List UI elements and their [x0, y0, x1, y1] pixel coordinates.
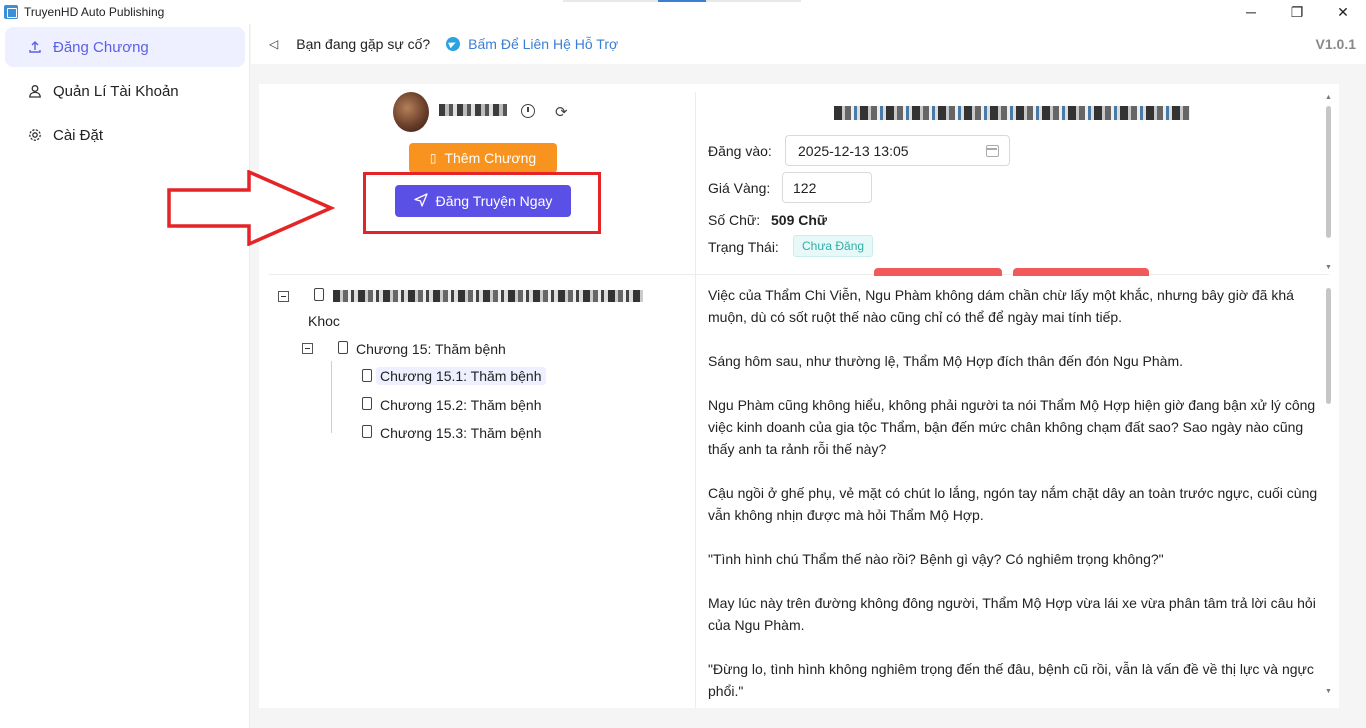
gear-icon [27, 127, 43, 143]
maximize-button[interactable]: ❐ [1274, 0, 1320, 24]
telegram-icon [446, 37, 461, 51]
sidebar-item-publish-chapter[interactable]: Đăng Chương [5, 27, 245, 67]
horizontal-divider [269, 274, 1329, 275]
main-card: ⟳ ▯ Thêm Chương Đăng Truyện Ngay Đăng và… [259, 84, 1339, 708]
file-icon [362, 425, 372, 438]
remove-button-partial[interactable] [1013, 268, 1149, 276]
scroll-up-icon[interactable]: ▲ [1325, 94, 1332, 101]
collapse-toggle-chapter[interactable] [302, 343, 313, 354]
word-count-value: 509 Chữ [771, 212, 828, 228]
book-title-redacted [333, 290, 643, 302]
app-title: TruyenHD Auto Publishing [24, 5, 165, 19]
tree-part-selected[interactable]: Chương 15.1: Thăm bệnh [376, 367, 546, 385]
window-drag-strip [563, 0, 801, 2]
sidebar-item-label: Cài Đặt [53, 126, 104, 144]
add-chapter-label: Thêm Chương [444, 150, 537, 166]
calendar-icon[interactable] [986, 145, 999, 157]
sidebar-item-label: Đăng Chương [53, 38, 149, 56]
content-paragraph: Ngu Phàm cũng không hiểu, không phải ngư… [708, 397, 1316, 457]
delete-button-partial[interactable] [874, 268, 1002, 276]
minimize-button[interactable]: ─ [1228, 0, 1274, 24]
form-scrollbar[interactable] [1326, 106, 1331, 238]
tree-guide-line [331, 361, 332, 433]
tree-part-item[interactable]: Chương 15.2: Thăm bệnh [380, 397, 542, 413]
close-button[interactable]: ✕ [1320, 0, 1366, 24]
tree-chapter-label[interactable]: Chương 15: Thăm bệnh [356, 341, 506, 357]
content-paragraph: "Tình hình chú Thẩm thế nào rồi? Bệnh gì… [708, 551, 1164, 567]
file-add-icon: ▯ [429, 151, 437, 165]
file-icon [362, 369, 372, 382]
issue-prompt: Bạn đang gặp sự cố? [296, 36, 431, 52]
story-title-redacted [834, 106, 1190, 120]
avatar [393, 92, 429, 132]
file-icon [338, 341, 348, 354]
sidebar-item-account-management[interactable]: Quản Lí Tài Khoản [5, 71, 245, 111]
scroll-down-icon[interactable]: ▼ [1325, 264, 1332, 271]
refresh-icon[interactable]: ⟳ [555, 103, 568, 121]
publish-at-value: 2025-12-13 13:05 [798, 142, 909, 159]
content-paragraph: Sáng hôm sau, như thường lệ, Thẩm Mộ Hợp… [708, 353, 1184, 369]
tree-part-item[interactable]: Chương 15.3: Thăm bệnh [380, 425, 542, 441]
upload-icon [27, 39, 43, 55]
page-header: ◁ Bạn đang gặp sự cố? Bấm Để Liên Hệ Hỗ … [251, 24, 1366, 64]
content-paragraph: Việc của Thẩm Chi Viễn, Ngu Phàm không d… [708, 287, 1294, 325]
word-count-label: Số Chữ: [708, 212, 761, 228]
status-label: Trạng Thái: [708, 239, 779, 255]
support-link[interactable]: Bấm Để Liên Hệ Hỗ Trợ [468, 36, 618, 52]
publish-now-button[interactable]: Đăng Truyện Ngay [395, 185, 571, 217]
app-logo-icon [4, 5, 18, 19]
title-bar: TruyenHD Auto Publishing ─ ❐ ✕ [0, 0, 1366, 24]
vertical-divider [695, 92, 696, 708]
clock-icon[interactable] [521, 104, 535, 118]
gold-price-value: 122 [793, 179, 817, 196]
content-scroll-down-icon[interactable]: ▼ [1325, 688, 1332, 695]
publish-now-label: Đăng Truyện Ngay [435, 193, 553, 209]
gold-price-input[interactable]: 122 [782, 172, 872, 203]
content-paragraph: Cậu ngồi ở ghế phụ, vẻ mặt có chút lo lắ… [708, 485, 1318, 523]
file-icon [362, 397, 372, 410]
sidebar-item-label: Quản Lí Tài Khoản [53, 82, 179, 100]
annotation-arrow-icon [167, 170, 336, 246]
collapse-toggle-root[interactable] [278, 291, 289, 302]
content-paragraph: "Đừng lo, tình hình không nghiêm trọng đ… [708, 661, 1314, 699]
add-chapter-button[interactable]: ▯ Thêm Chương [409, 143, 557, 173]
chapter-content: Việc của Thẩm Chi Viễn, Ngu Phàm không d… [708, 284, 1318, 724]
book-icon [314, 288, 324, 301]
send-icon [413, 192, 428, 210]
account-name-redacted [439, 104, 507, 116]
content-scrollbar[interactable] [1326, 288, 1331, 404]
publish-at-label: Đăng vào: [708, 143, 772, 159]
sidebar: Đăng Chương Quản Lí Tài Khoản Cài Đặt [0, 24, 250, 728]
content-paragraph: May lúc này trên đường không đông người,… [708, 595, 1316, 633]
gold-price-label: Giá Vàng: [708, 180, 771, 196]
status-badge: Chưa Đăng [793, 235, 874, 257]
tree-root-label-suffix[interactable]: Khoc [308, 313, 340, 329]
back-icon[interactable]: ◁ [269, 37, 278, 51]
publish-at-input[interactable]: 2025-12-13 13:05 [785, 135, 1010, 166]
version-label: V1.0.1 [1315, 36, 1356, 52]
sidebar-item-settings[interactable]: Cài Đặt [5, 115, 245, 155]
user-icon [27, 83, 43, 99]
